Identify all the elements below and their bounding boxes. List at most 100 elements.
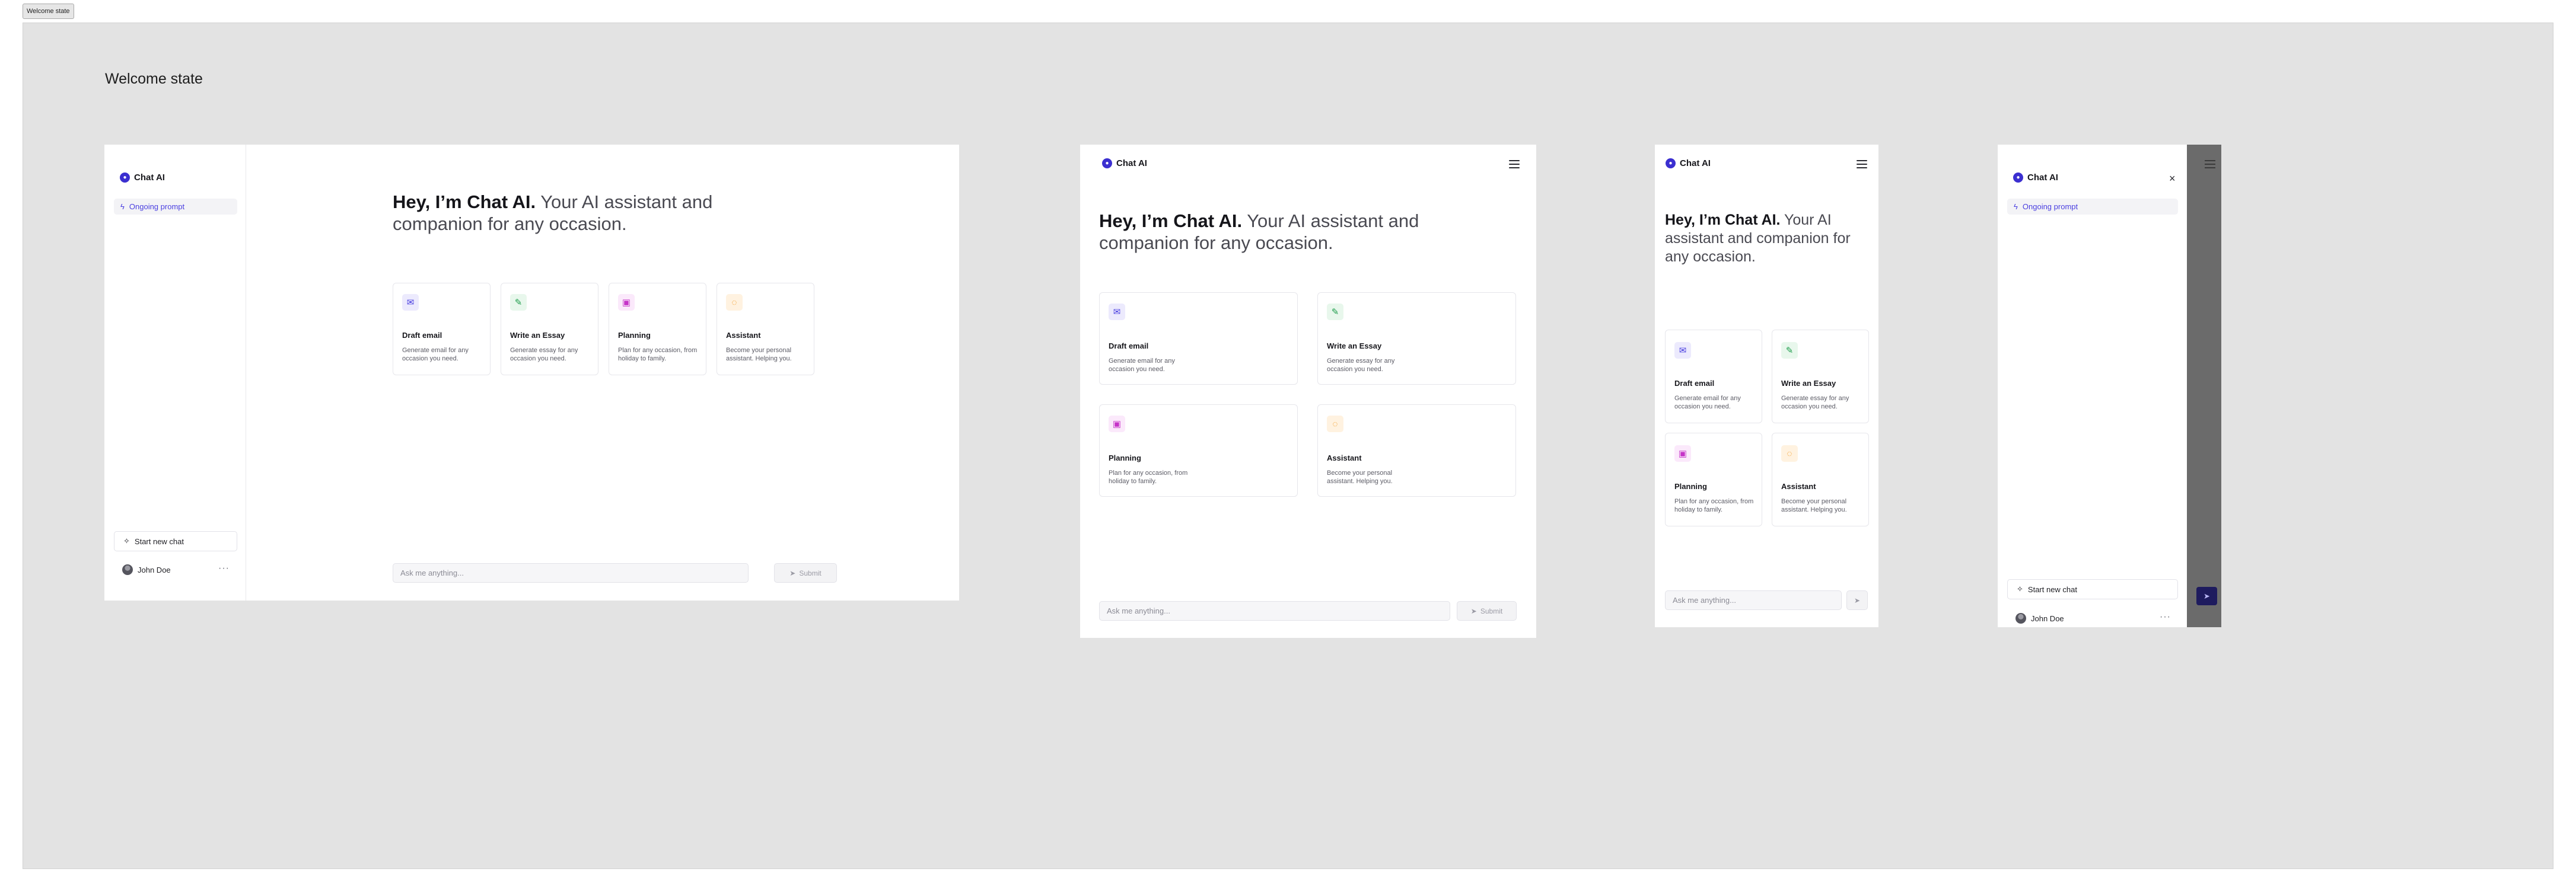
chat-icon: ◌: [1327, 416, 1343, 432]
brand[interactable]: ● Chat AI: [1102, 158, 1147, 168]
user-profile[interactable]: John Doe: [2015, 613, 2064, 624]
menu-icon[interactable]: [1857, 160, 1867, 168]
mobile-frame: ● Chat AI Hey, I’m Chat AI. Your AI assi…: [1655, 145, 1878, 627]
bolt-icon: ϟ: [120, 202, 125, 211]
hero-heading: Hey, I’m Chat AI. Your AI assistant and …: [393, 191, 749, 235]
sidebar: ● Chat AI ϟ Ongoing prompt ✧ Start new c…: [104, 145, 246, 601]
brand-name: Chat AI: [1680, 158, 1711, 168]
card-title: Draft email: [1109, 341, 1149, 350]
hero-bold: Hey, I’m Chat AI.: [1099, 210, 1243, 231]
envelope-icon: ✉: [402, 294, 419, 311]
backdrop-overlay[interactable]: ➤: [2187, 145, 2221, 627]
envelope-icon: ✉: [1674, 342, 1691, 359]
send-icon: ➤: [789, 569, 796, 577]
more-options-button[interactable]: ···: [218, 563, 230, 574]
brand-name: Chat AI: [134, 173, 165, 183]
card-write-essay[interactable]: ✎ Write an Essay Generate essay for any …: [1317, 292, 1516, 385]
card-draft-email[interactable]: ✉ Draft email Generate email for any occ…: [1099, 292, 1298, 385]
card-title: Draft email: [402, 331, 442, 340]
new-chat-label: Start new chat: [2027, 585, 2078, 594]
sidebar-item-label: Ongoing prompt: [2022, 202, 2078, 211]
card-desc: Generate essay for any occasion you need…: [510, 347, 578, 362]
chat-input[interactable]: Ask me anything...: [1099, 601, 1450, 621]
chat-icon: ◌: [726, 294, 743, 311]
envelope-icon: ✉: [1109, 304, 1125, 320]
card-grid: ✉ Draft email Generate email for any occ…: [1099, 292, 1516, 497]
submit-label: Submit: [799, 569, 821, 577]
calendar-icon: ▣: [1109, 416, 1125, 432]
more-options-button[interactable]: ···: [2160, 612, 2171, 622]
send-icon: ➤: [2196, 587, 2217, 605]
sidebar-item-ongoing-prompt[interactable]: ϟ Ongoing prompt: [2007, 199, 2178, 215]
user-profile[interactable]: John Doe: [122, 564, 171, 575]
pencil-icon: ✎: [1781, 342, 1798, 359]
menu-icon[interactable]: [1509, 160, 1520, 168]
card-title: Write an Essay: [1327, 341, 1382, 350]
close-icon[interactable]: ×: [2169, 173, 2176, 184]
card-planning[interactable]: ▣ Planning Plan for any occasion, from h…: [1099, 404, 1298, 497]
mobile-drawer-frame: ➤ ● Chat AI × ϟ Ongoing prompt ✧ Start n…: [1998, 145, 2221, 627]
card-assistant[interactable]: ◌ Assistant Become your personal assista…: [1772, 433, 1869, 526]
chat-icon: ◌: [1781, 445, 1798, 462]
card-grid: ✉ Draft email Generate email for any occ…: [393, 283, 814, 375]
card-desc: Generate essay for any occasion you need…: [1327, 357, 1395, 373]
brand[interactable]: ● Chat AI: [2013, 173, 2058, 183]
card-assistant[interactable]: ◌ Assistant Become your personal assista…: [717, 283, 814, 375]
pencil-icon: ✎: [1327, 304, 1343, 320]
card-write-essay[interactable]: ✎ Write an Essay Generate essay for any …: [1772, 330, 1869, 423]
card-title: Write an Essay: [510, 331, 565, 340]
start-new-chat-button[interactable]: ✧ Start new chat: [114, 531, 237, 551]
card-desc: Become your personal assistant. Helping …: [726, 347, 792, 362]
chat-bubble-icon: ●: [1666, 158, 1676, 168]
calendar-icon: ▣: [1674, 445, 1691, 462]
user-name: John Doe: [138, 565, 171, 574]
tablet-frame: ● Chat AI Hey, I’m Chat AI. Your AI assi…: [1080, 145, 1536, 638]
brand-name: Chat AI: [1116, 158, 1147, 168]
brand[interactable]: ● Chat AI: [1666, 158, 1711, 168]
card-title: Draft email: [1674, 379, 1715, 388]
card-draft-email[interactable]: ✉ Draft email Generate email for any occ…: [393, 283, 491, 375]
sidebar-item-ongoing-prompt[interactable]: ϟ Ongoing prompt: [114, 199, 237, 215]
chat-bubble-icon: ●: [2013, 173, 2023, 183]
card-title: Assistant: [726, 331, 761, 340]
menu-icon: [2205, 160, 2215, 168]
card-title: Assistant: [1327, 454, 1362, 462]
card-grid: ✉ Draft email Generate email for any occ…: [1665, 330, 1869, 526]
card-desc: Generate email for any occasion you need…: [402, 347, 469, 362]
chat-input[interactable]: Ask me anything...: [1665, 590, 1842, 610]
card-assistant[interactable]: ◌ Assistant Become your personal assista…: [1317, 404, 1516, 497]
chat-input[interactable]: Ask me anything...: [393, 563, 749, 583]
card-desc: Generate email for any occasion you need…: [1109, 357, 1175, 373]
brand[interactable]: ● Chat AI: [120, 173, 165, 183]
sparkle-icon: ✧: [2017, 585, 2023, 593]
card-title: Planning: [618, 331, 651, 340]
card-planning[interactable]: ▣ Planning Plan for any occasion, from h…: [1665, 433, 1762, 526]
submit-label: Submit: [1480, 606, 1503, 615]
submit-button[interactable]: ➤: [1846, 590, 1868, 610]
card-title: Assistant: [1781, 482, 1816, 491]
card-draft-email[interactable]: ✉ Draft email Generate email for any occ…: [1665, 330, 1762, 423]
submit-button[interactable]: ➤ Submit: [774, 563, 837, 583]
card-title: Planning: [1674, 482, 1707, 491]
hero-heading: Hey, I’m Chat AI. Your AI assistant and …: [1665, 211, 1867, 266]
chat-bubble-icon: ●: [120, 173, 130, 183]
card-planning[interactable]: ▣ Planning Plan for any occasion, from h…: [609, 283, 706, 375]
send-icon: ➤: [1470, 606, 1477, 615]
card-desc: Generate essay for any occasion you need…: [1781, 395, 1849, 410]
state-tag: Welcome state: [23, 4, 74, 19]
start-new-chat-button[interactable]: ✧ Start new chat: [2007, 579, 2178, 599]
avatar: [2015, 613, 2026, 624]
calendar-icon: ▣: [618, 294, 635, 311]
card-desc: Generate email for any occasion you need…: [1674, 395, 1741, 410]
drawer: ● Chat AI × ϟ Ongoing prompt ✧ Start new…: [1998, 145, 2187, 627]
card-desc: Plan for any occasion, from holiday to f…: [618, 347, 698, 362]
card-desc: Plan for any occasion, from holiday to f…: [1674, 498, 1754, 513]
desktop-frame: ● Chat AI ϟ Ongoing prompt ✧ Start new c…: [104, 145, 959, 601]
hero-heading: Hey, I’m Chat AI. Your AI assistant and …: [1099, 210, 1455, 254]
section-title: Welcome state: [105, 71, 203, 87]
hero-bold: Hey, I’m Chat AI.: [393, 191, 536, 212]
submit-button[interactable]: ➤ Submit: [1457, 601, 1517, 621]
card-desc: Become your personal assistant. Helping …: [1781, 498, 1847, 513]
card-desc: Become your personal assistant. Helping …: [1327, 470, 1393, 485]
card-write-essay[interactable]: ✎ Write an Essay Generate essay for any …: [501, 283, 598, 375]
